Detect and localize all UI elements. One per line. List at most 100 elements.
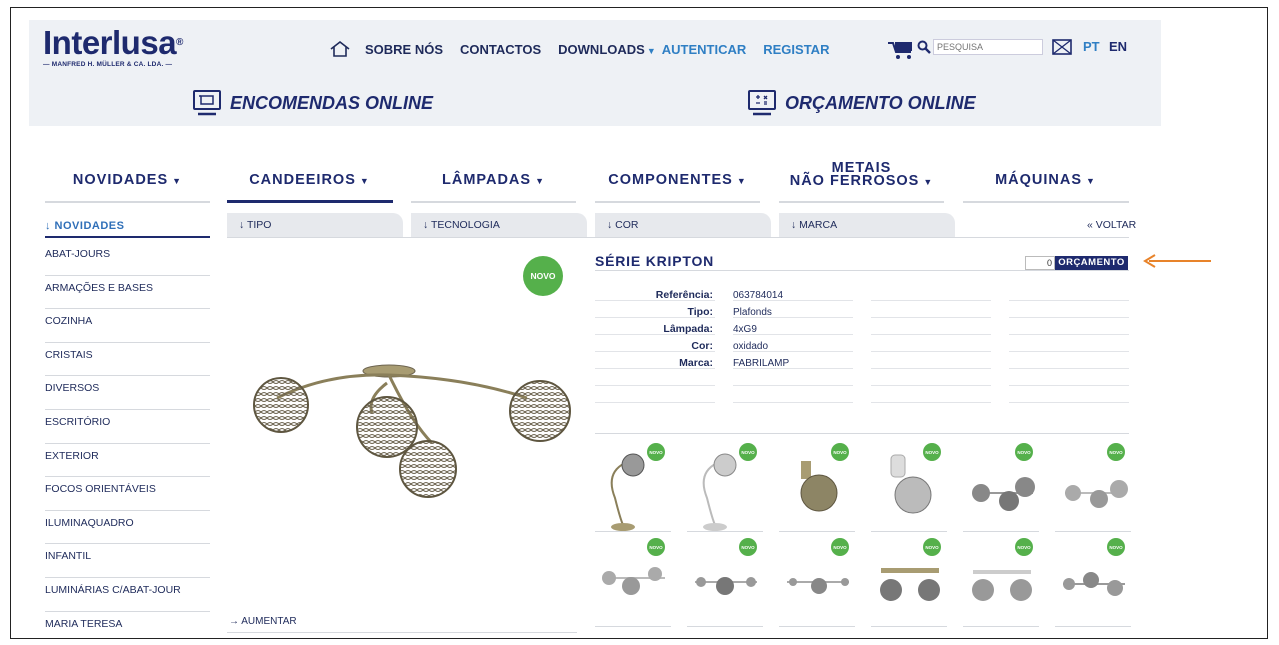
spec-row-rule [871,351,991,352]
chevron-down-icon: ▼ [923,177,934,187]
related-product-thumb[interactable]: NOVO [1055,443,1131,531]
online-quote-label: ORÇAMENTO ONLINE [785,92,976,113]
spec-row-rule [1009,300,1129,301]
nav-downloads-link[interactable]: DOWNLOADS ▼ [558,42,656,57]
product-image[interactable] [237,343,577,503]
menu-metais-label-line2: NÃO FERROSOS [789,173,920,189]
lang-pt-link[interactable]: PT [1083,39,1100,54]
related-product-thumb[interactable]: NOVO [595,443,671,531]
thumbs-divider [595,433,1129,434]
new-badge: NOVO [1015,443,1033,461]
spec-row-rule [1009,368,1129,369]
related-product-thumb[interactable]: NOVO [687,443,763,531]
thumb-divider [963,626,1039,627]
filter-tab-tecnologia[interactable]: ↓ TECNOLOGIA [411,213,587,237]
related-product-thumb[interactable]: NOVO [595,538,671,626]
spec-row-rule [595,300,715,301]
nav-downloads-label: DOWNLOADS [558,41,645,57]
spec-row-rule [1009,317,1129,318]
sidebar-item[interactable]: INFANTIL [45,544,210,578]
spec-row-rule [595,334,715,335]
thumb-divider [687,626,763,627]
spec-row-rule [595,351,715,352]
sidebar-heading[interactable]: ↓ NOVIDADES [45,220,210,238]
spec-row-rule [871,300,991,301]
menu-componentes[interactable]: COMPONENTES ▼ [595,172,760,188]
new-badge: NOVO [1015,538,1033,556]
back-link[interactable]: « VOLTAR [1087,219,1136,231]
related-product-thumb[interactable]: NOVO [1055,538,1131,626]
thumb-divider [595,531,671,532]
zoom-link[interactable]: → AUMENTAR [229,616,297,627]
nav-about-link[interactable]: SOBRE NÓS [365,42,443,57]
nav-register-link[interactable]: REGISTAR [763,42,829,57]
sidebar-item[interactable]: FOCOS ORIENTÁVEIS [45,477,210,511]
nav-login-link[interactable]: AUTENTICAR [662,42,747,57]
spec-row-rule [1009,402,1129,403]
online-quote-link[interactable]: ORÇAMENTO ONLINE [747,90,976,116]
filter-tab-tipo[interactable]: ↓ TIPO [227,213,403,237]
related-product-thumb[interactable]: NOVO [963,443,1039,531]
menu-lampadas-label: LÂMPADAS [441,172,532,188]
new-badge: NOVO [647,443,665,461]
new-badge: NOVO [739,443,757,461]
nav-contacts-link[interactable]: CONTACTOS [460,42,541,57]
chevron-down-icon: ▼ [359,176,370,186]
menu-novidades[interactable]: NOVIDADES ▼ [45,172,210,188]
add-to-quote-button[interactable]: ORÇAMENTO [1055,256,1128,270]
logo[interactable]: Interlusa® — MANFRED H. MÜLLER & CA. LDA… [43,26,183,69]
sidebar-item[interactable]: ILUMINAQUADRO [45,511,210,545]
spec-row-rule [871,402,991,403]
related-product-thumb[interactable]: NOVO [779,443,855,531]
spec-row-rule [733,385,853,386]
thumb-divider [963,531,1039,532]
related-product-thumb[interactable]: NOVO [871,443,947,531]
new-badge: NOVO [831,443,849,461]
search-input[interactable] [933,39,1043,55]
top-bar: Interlusa® — MANFRED H. MÜLLER & CA. LDA… [29,20,1161,82]
sidebar-item[interactable]: CRISTAIS [45,343,210,377]
filter-divider [227,237,1129,238]
mail-icon[interactable] [1052,38,1072,56]
sidebar-item[interactable]: ARMAÇÕES E BASES [45,276,210,310]
spec-row-rule [733,300,853,301]
menu-lampadas[interactable]: LÂMPADAS ▼ [411,172,576,188]
menu-metais-nao-ferrosos[interactable]: METAIS NÃO FERROSOS ▼ [779,161,944,189]
menu-maquinas[interactable]: MÁQUINAS ▼ [963,172,1128,188]
related-product-thumb[interactable]: NOVO [779,538,855,626]
sidebar-item[interactable]: EXTERIOR [45,444,210,478]
spec-row-rule [733,334,853,335]
sidebar-item[interactable]: ABAT-JOURS [45,242,210,276]
logo-subtitle: — MANFRED H. MÜLLER & CA. LDA. — [43,61,173,68]
filter-tab-marca[interactable]: ↓ MARCA [779,213,955,237]
search-icon[interactable] [917,40,931,54]
sidebar-item[interactable]: DIVERSOS [45,376,210,410]
sidebar-item[interactable]: MARIA TERESA [45,612,210,638]
menu-componentes-label: COMPONENTES [608,172,733,188]
sidebar-item[interactable]: COZINHA [45,309,210,343]
sidebar-item[interactable]: LUMINÁRIAS C/ABAT-JOUR [45,578,210,612]
cart-icon[interactable] [887,38,915,60]
menu-divider [411,201,576,203]
menu-divider [779,201,944,203]
title-divider [595,270,1129,271]
online-orders-link[interactable]: ENCOMENDAS ONLINE [192,90,433,116]
online-services-bar: ENCOMENDAS ONLINE ORÇAMENTO ONLINE [29,82,1161,126]
filter-tab-cor[interactable]: ↓ COR [595,213,771,237]
new-badge: NOVO [831,538,849,556]
lang-en-link[interactable]: EN [1109,39,1127,54]
home-icon[interactable] [329,40,351,58]
quantity-input[interactable] [1025,256,1055,270]
online-orders-label: ENCOMENDAS ONLINE [230,92,434,113]
zoom-divider [227,632,577,633]
related-product-thumb[interactable]: NOVO [963,538,1039,626]
menu-candeeiros[interactable]: CANDEEIROS ▼ [227,172,392,188]
menu-active-indicator [227,200,393,203]
logo-registered-mark: ® [176,37,183,48]
related-product-thumb[interactable]: NOVO [871,538,947,626]
sidebar-item[interactable]: ESCRITÓRIO [45,410,210,444]
chevron-down-icon: ▼ [535,176,545,186]
spec-row-rule [1009,385,1129,386]
related-product-thumb[interactable]: NOVO [687,538,763,626]
chevron-down-icon: ▼ [1086,176,1096,186]
